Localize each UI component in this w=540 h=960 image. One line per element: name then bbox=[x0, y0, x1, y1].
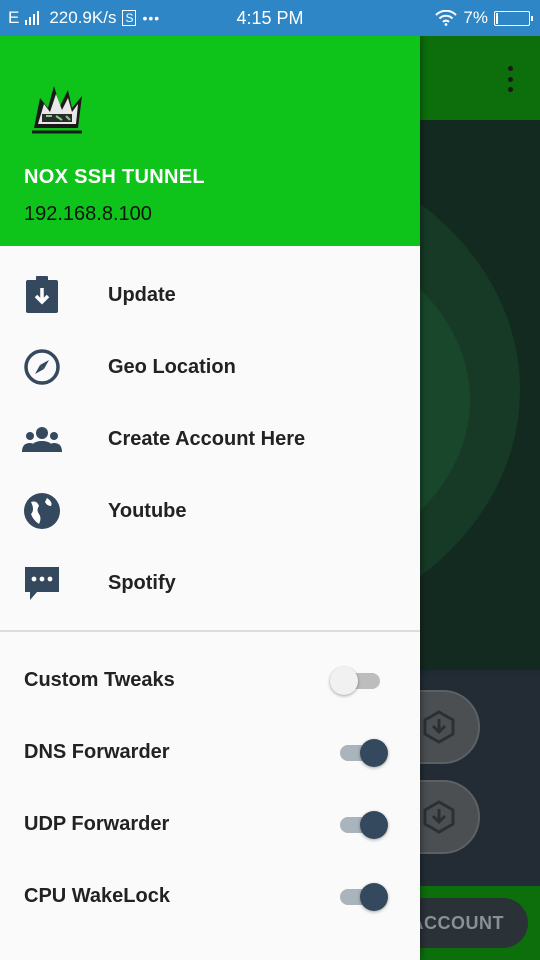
toggle-thumb bbox=[360, 739, 388, 767]
drawer-header: NOX SSH TUNNEL 192.168.8.100 bbox=[0, 36, 420, 246]
menu-item-label: Update bbox=[108, 283, 176, 306]
ip-address: 192.168.8.100 bbox=[24, 203, 152, 225]
toggle-thumb bbox=[360, 811, 388, 839]
menu-item-label: Create Account Here bbox=[108, 427, 306, 450]
navigation-drawer: NOX SSH TUNNEL 192.168.8.100 Update Geo … bbox=[0, 36, 420, 960]
status-bar: E 220.9K/s S ••• 4:15 PM 7% bbox=[0, 0, 540, 36]
switch-row-custom-tweaks: Custom Tweaks bbox=[0, 645, 420, 717]
group-icon bbox=[22, 419, 62, 459]
drawer-divider bbox=[0, 630, 420, 632]
switch-label: Custom Tweaks bbox=[24, 669, 175, 691]
menu-item-label: Spotify bbox=[108, 571, 176, 594]
udp-forwarder-toggle[interactable] bbox=[330, 809, 390, 841]
menu-item-label: Youtube bbox=[108, 499, 187, 522]
menu-item-geo-location[interactable]: Geo Location bbox=[0, 331, 420, 403]
dns-forwarder-toggle[interactable] bbox=[330, 737, 390, 769]
menu-item-youtube[interactable]: Youtube bbox=[0, 475, 420, 547]
cpu-wakelock-toggle[interactable] bbox=[330, 881, 390, 913]
wifi-icon bbox=[435, 10, 458, 26]
toggle-thumb bbox=[330, 667, 358, 695]
compass-icon bbox=[22, 347, 62, 387]
menu-item-label: Geo Location bbox=[108, 355, 236, 378]
overflow-menu-icon[interactable] bbox=[508, 66, 514, 92]
menu-item-update[interactable]: Update bbox=[0, 259, 420, 331]
custom-tweaks-toggle[interactable] bbox=[330, 665, 390, 697]
switch-row-udp-forwarder: UDP Forwarder bbox=[0, 789, 420, 861]
download-shield-icon bbox=[423, 710, 455, 744]
switch-label: UDP Forwarder bbox=[24, 813, 170, 835]
chat-bubble-icon bbox=[22, 563, 62, 603]
battery-icon bbox=[494, 10, 533, 26]
status-right: 7% bbox=[435, 0, 533, 36]
app-logo bbox=[32, 86, 82, 134]
download-clipboard-icon bbox=[22, 275, 62, 315]
switch-label: CPU WakeLock bbox=[24, 885, 170, 907]
app-name: NOX SSH TUNNEL bbox=[24, 166, 205, 188]
toggle-thumb bbox=[360, 883, 388, 911]
download-shield-icon bbox=[423, 800, 455, 834]
switch-row-cpu-wakelock: CPU WakeLock bbox=[0, 861, 420, 933]
battery-fill bbox=[496, 12, 498, 24]
battery-percent: 7% bbox=[463, 8, 488, 27]
menu-item-create-account[interactable]: Create Account Here bbox=[0, 403, 420, 475]
menu-item-spotify[interactable]: Spotify bbox=[0, 547, 420, 619]
globe-icon bbox=[22, 491, 62, 531]
switch-label: DNS Forwarder bbox=[24, 741, 170, 763]
switch-row-dns-forwarder: DNS Forwarder bbox=[0, 717, 420, 789]
